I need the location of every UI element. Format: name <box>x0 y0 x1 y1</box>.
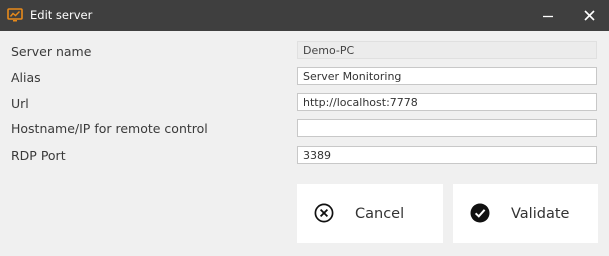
hostname-field[interactable] <box>297 119 597 137</box>
hostname-label: Hostname/IP for remote control <box>11 121 208 136</box>
minimize-icon <box>543 6 553 25</box>
rdp-port-field[interactable] <box>297 146 597 164</box>
rdp-port-label: RDP Port <box>11 148 66 163</box>
url-label: Url <box>11 96 29 111</box>
minimize-button[interactable] <box>531 0 565 31</box>
alias-field[interactable] <box>297 67 597 85</box>
monitor-chart-icon <box>7 8 23 23</box>
server-name-label: Server name <box>11 44 92 59</box>
window-title: Edit server <box>30 8 93 22</box>
check-circle-icon <box>470 203 490 223</box>
cancel-button[interactable]: Cancel <box>297 184 443 243</box>
close-button[interactable] <box>572 0 606 31</box>
cancel-circle-icon <box>314 203 334 223</box>
close-icon <box>583 6 595 25</box>
server-name-field <box>297 41 597 59</box>
title-bar: Edit server <box>0 0 609 31</box>
validate-button[interactable]: Validate <box>453 184 598 243</box>
cancel-button-label: Cancel <box>355 206 405 222</box>
alias-label: Alias <box>11 70 41 85</box>
url-field[interactable] <box>297 93 597 111</box>
validate-button-label: Validate <box>511 206 570 222</box>
